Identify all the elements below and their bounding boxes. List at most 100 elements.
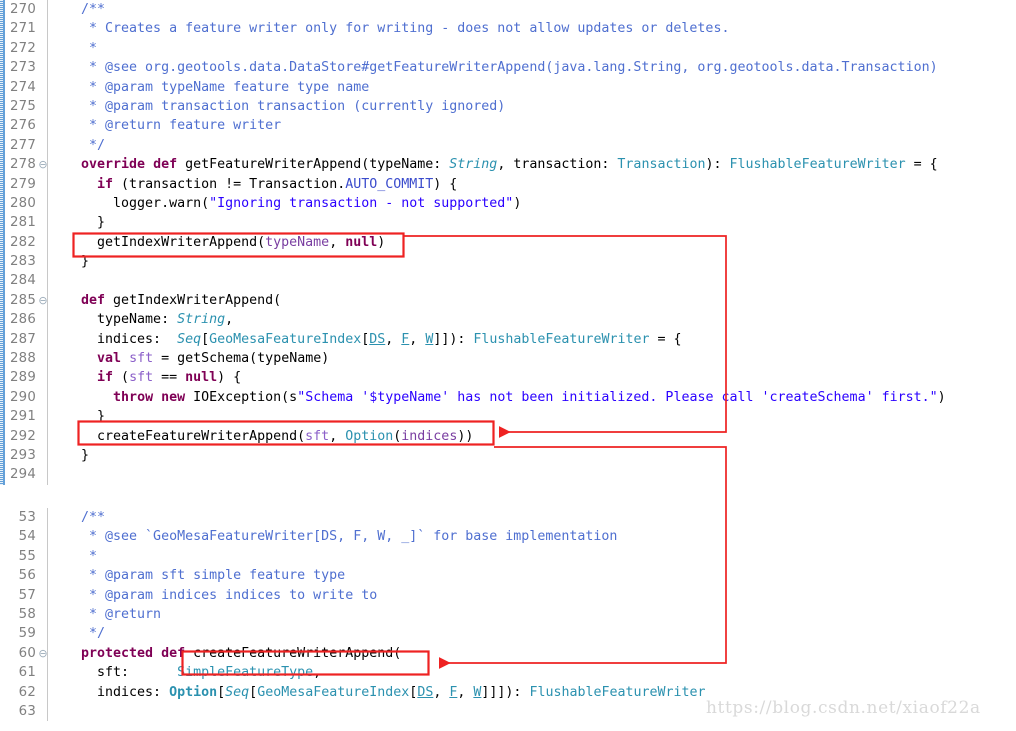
code-line[interactable]: 276 * @return feature writer <box>0 116 1016 135</box>
code-line[interactable]: 61 sft: SimpleFeatureType, <box>0 663 1016 682</box>
code-text: createFeatureWriterAppend(sft, Option(in… <box>65 428 474 444</box>
code-line[interactable]: 278 ⊖ override def getFeatureWriterAppend… <box>0 155 1016 174</box>
code-line[interactable]: 56 * @param sft simple feature type <box>0 566 1016 585</box>
code-fold-collapse-icon[interactable]: ⊖ <box>38 155 48 174</box>
line-number: 285 <box>10 292 36 308</box>
code-text: } <box>65 409 106 425</box>
code-text: indices: Seq[GeoMesaFeatureIndex[DS, F, … <box>65 331 682 347</box>
watermark: https://blog.csdn.net/xiaof22a <box>706 698 981 718</box>
code-line[interactable]: 290 throw new IOException(s"Schema '$typ… <box>0 388 1016 407</box>
code-text: } <box>65 447 90 463</box>
code-line[interactable]: 281 } <box>0 213 1016 232</box>
line-number: 58 <box>18 606 36 622</box>
code-line[interactable]: 286 typeName: String, <box>0 310 1016 329</box>
line-number: 60 <box>18 645 36 661</box>
line-number: 290 <box>10 389 36 405</box>
code-line[interactable]: 277 */ <box>0 136 1016 155</box>
code-line[interactable]: 54 * @see `GeoMesaFeatureWriter[DS, F, W… <box>0 527 1016 546</box>
code-text: * @see `GeoMesaFeatureWriter[DS, F, W, _… <box>65 529 618 545</box>
code-text: def getIndexWriterAppend( <box>81 292 282 308</box>
code-line[interactable]: 275 * @param transaction transaction (cu… <box>0 97 1016 116</box>
line-number: 59 <box>18 626 36 642</box>
code-text: * @see org.geotools.data.DataStore#getFe… <box>65 60 938 76</box>
line-number: 283 <box>10 254 36 270</box>
line-number: 287 <box>10 331 36 347</box>
code-block-bottom: 53 /** 54 * @see `GeoMesaFeatureWriter[DS… <box>0 508 1016 722</box>
line-number: 273 <box>10 60 36 76</box>
code-text: } <box>65 254 90 270</box>
code-text: indices: Option[Seq[GeoMesaFeatureIndex[… <box>65 684 706 700</box>
code-line[interactable]: 274 * @param typeName feature type name <box>0 78 1016 97</box>
code-line[interactable]: 294 <box>0 465 1016 484</box>
line-number: 286 <box>10 312 36 328</box>
code-line[interactable]: 287 indices: Seq[GeoMesaFeatureIndex[DS,… <box>0 330 1016 349</box>
code-text: * @param transaction transaction (curren… <box>65 98 506 114</box>
code-line[interactable]: 285 ⊖ def getIndexWriterAppend( <box>0 291 1016 310</box>
line-number: 284 <box>10 273 36 289</box>
code-line[interactable]: 273 * @see org.geotools.data.DataStore#g… <box>0 58 1016 77</box>
code-line[interactable]: 284 <box>0 271 1016 290</box>
code-text: typeName: String, <box>65 312 234 328</box>
line-number: 292 <box>10 428 36 444</box>
code-line[interactable]: 59 */ <box>0 624 1016 643</box>
line-number: 289 <box>10 370 36 386</box>
code-text: * @param indices indices to write to <box>65 587 378 603</box>
line-number: 274 <box>10 79 36 95</box>
line-number: 63 <box>18 703 36 719</box>
line-number: 277 <box>10 137 36 153</box>
line-number: 53 <box>18 510 36 525</box>
line-number: 56 <box>18 568 36 584</box>
code-line[interactable]: 270 /** <box>0 0 1016 19</box>
code-fold-collapse-icon[interactable]: ⊖ <box>38 644 48 663</box>
code-line[interactable]: 60 ⊖ protected def createFeatureWriterApp… <box>0 644 1016 663</box>
code-line[interactable]: 58 * @return <box>0 605 1016 624</box>
line-number: 278 <box>10 157 36 173</box>
code-text: */ <box>65 137 106 153</box>
code-line[interactable]: 292 createFeatureWriterAppend(sft, Optio… <box>0 427 1016 446</box>
code-text: val sft = getSchema(typeName) <box>97 351 330 367</box>
code-line[interactable]: 272 * <box>0 39 1016 58</box>
code-line[interactable]: 282 getIndexWriterAppend(typeName, null) <box>0 233 1016 252</box>
code-text: logger.warn("Ignoring transaction - not … <box>65 195 522 211</box>
code-text: /** <box>65 2 106 17</box>
code-line[interactable]: 271 * Creates a feature writer only for … <box>0 19 1016 38</box>
line-number: 293 <box>10 447 36 463</box>
code-line[interactable]: 53 /** <box>0 508 1016 527</box>
line-number: 275 <box>10 98 36 114</box>
code-text: } <box>65 215 106 231</box>
code-text: protected def createFeatureWriterAppend( <box>81 645 402 661</box>
line-number: 279 <box>10 176 36 192</box>
code-fold-collapse-icon[interactable]: ⊖ <box>38 291 48 310</box>
line-number: 270 <box>10 2 36 17</box>
line-number: 54 <box>18 529 36 545</box>
line-number: 276 <box>10 118 36 134</box>
code-text: if (sft == null) { <box>97 370 242 386</box>
line-number: 271 <box>10 21 36 37</box>
code-line[interactable]: 288 val sft = getSchema(typeName) <box>0 349 1016 368</box>
code-line[interactable]: 57 * @param indices indices to write to <box>0 586 1016 605</box>
code-line[interactable]: 293 } <box>0 446 1016 465</box>
code-line[interactable]: 283 } <box>0 252 1016 271</box>
line-number: 281 <box>10 215 36 231</box>
code-text: throw new IOException(s"Schema '$typeNam… <box>113 389 946 405</box>
code-text: * <box>65 40 98 56</box>
code-text: */ <box>65 626 106 642</box>
code-line[interactable]: 279 if (transaction != Transaction.AUTO_… <box>0 175 1016 194</box>
code-line[interactable]: 55 * <box>0 547 1016 566</box>
code-text: * @return <box>65 606 162 622</box>
line-number: 282 <box>10 234 36 250</box>
code-block-top: 270 /** 271 * Creates a feature writer on… <box>0 0 1016 485</box>
code-line[interactable]: 289 if (sft == null) { <box>0 368 1016 387</box>
code-text: getIndexWriterAppend(typeName, null) <box>65 234 386 250</box>
code-lines-top: 270 /** 271 * Creates a feature writer on… <box>0 0 1016 485</box>
code-line[interactable]: 291 } <box>0 407 1016 426</box>
code-line[interactable]: 280 logger.warn("Ignoring transaction - … <box>0 194 1016 213</box>
code-text: * Creates a feature writer only for writ… <box>65 21 730 37</box>
code-text: if (transaction != Transaction.AUTO_COMM… <box>97 176 458 192</box>
line-number: 288 <box>10 351 36 367</box>
line-number: 61 <box>18 665 36 681</box>
line-number: 280 <box>10 195 36 211</box>
line-number: 291 <box>10 409 36 425</box>
code-text: override def getFeatureWriterAppend(type… <box>81 157 938 173</box>
code-text: * <box>65 548 98 564</box>
